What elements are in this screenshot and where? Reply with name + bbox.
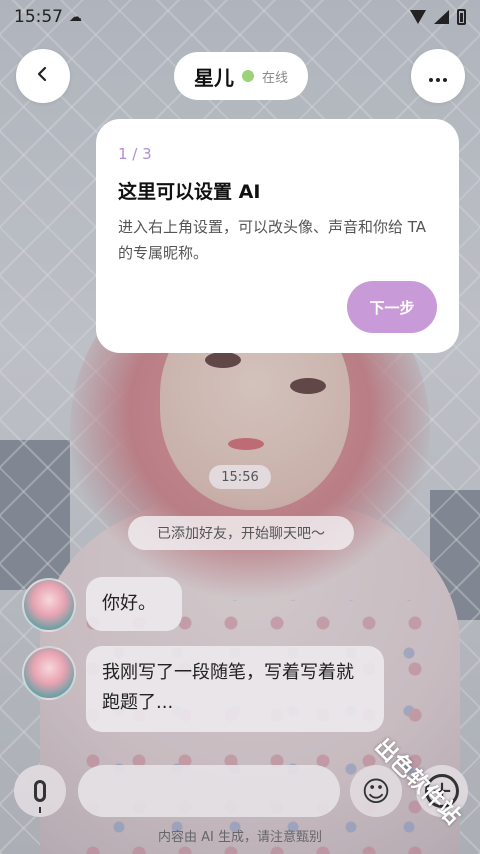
more-horizontal-icon <box>428 64 448 89</box>
status-bar: 15:57 ☁ <box>0 0 480 34</box>
contact-name-pill[interactable]: 星儿 在线 <box>174 52 308 100</box>
avatar[interactable] <box>22 646 76 700</box>
message-input[interactable] <box>78 765 340 817</box>
voice-button[interactable] <box>14 765 66 817</box>
chevron-left-icon <box>34 64 52 89</box>
signal-icon <box>434 10 449 24</box>
tooltip-description: 进入右上角设置，可以改头像、声音和你给 TA 的专属昵称。 <box>118 218 427 262</box>
onboarding-tooltip: 1 / 3 这里可以设置 AI 进入右上角设置，可以改头像、声音和你给 TA 的… <box>96 119 459 353</box>
tooltip-title: 这里可以设置 AI <box>118 181 261 203</box>
chat-timestamp: 15:56 <box>209 465 271 489</box>
wifi-icon <box>410 10 426 24</box>
more-button[interactable] <box>411 49 465 103</box>
online-dot-icon <box>241 70 254 82</box>
smile-icon: ☺ <box>361 774 391 808</box>
battery-icon <box>457 9 466 25</box>
next-step-button[interactable]: 下一步 <box>347 281 437 333</box>
cloud-icon: ☁ <box>69 9 82 25</box>
system-message: 已添加好友，开始聊天吧～ <box>128 516 354 550</box>
ai-content-notice: 内容由 AI 生成，请注意甄别 <box>158 830 322 845</box>
back-button[interactable] <box>16 49 70 103</box>
microphone-icon <box>34 780 46 813</box>
contact-name: 星儿 <box>193 65 234 90</box>
message-bubble[interactable]: 你好。 <box>86 577 182 631</box>
tooltip-step: 1 / 3 <box>118 145 152 163</box>
message-bubble[interactable]: 我刚写了一段随笔，写着写着就跑题了... <box>86 646 384 732</box>
status-time: 15:57 <box>14 7 63 27</box>
online-status: 在线 <box>261 70 288 86</box>
avatar[interactable] <box>22 578 76 632</box>
